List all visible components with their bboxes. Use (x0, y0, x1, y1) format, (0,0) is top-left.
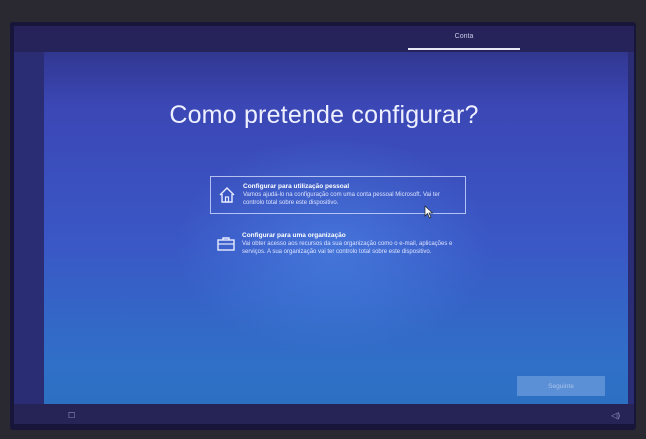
mouse-cursor-icon (424, 205, 434, 219)
oobe-screen: Conta Como pretende configurar? Configur… (14, 26, 634, 424)
option-organization-title: Configurar para uma organização (242, 232, 346, 239)
page-title: Como pretende configurar? (169, 101, 479, 129)
top-bar (14, 26, 634, 52)
volume-icon[interactable]: ◁) (611, 411, 620, 420)
step-indicator-underline (408, 48, 520, 50)
option-organization-description: Vai obter acesso aos recursos da sua org… (242, 241, 453, 255)
next-button[interactable]: Seguinte (517, 376, 605, 396)
briefcase-icon (216, 234, 236, 254)
step-indicator-account: Conta (454, 33, 474, 40)
bottom-bar (14, 404, 634, 424)
home-icon (217, 185, 237, 205)
accessibility-icon[interactable]: ☐ (68, 411, 75, 420)
option-personal-title: Configurar para utilização pessoal (243, 183, 350, 190)
option-organization[interactable]: Configurar para uma organização Vai obte… (210, 226, 466, 262)
